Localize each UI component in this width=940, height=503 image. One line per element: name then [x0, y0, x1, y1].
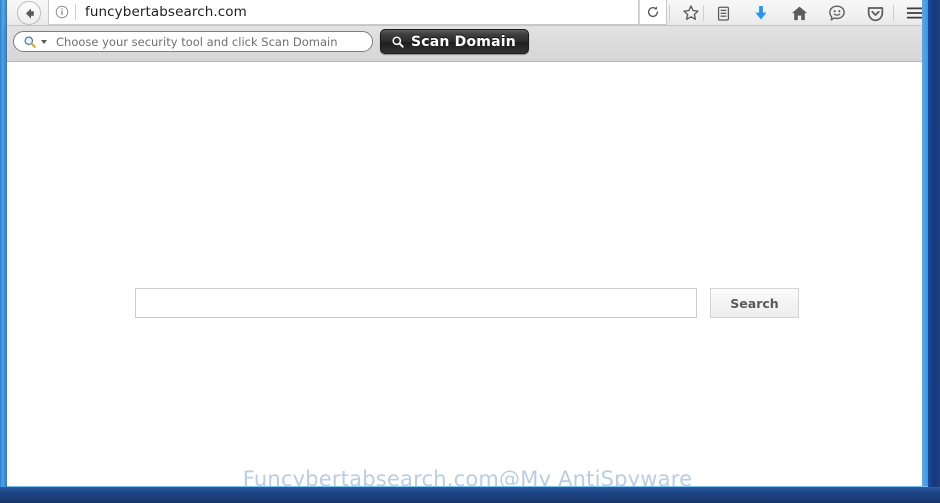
info-circle-icon[interactable] [49, 5, 75, 19]
scan-domain-button-label: Scan Domain [411, 33, 516, 50]
window-frame-left [0, 26, 7, 503]
security-tool-select-field[interactable]: Choose your security tool and click Scan… [13, 31, 373, 52]
pocket-shield-icon[interactable] [856, 0, 894, 26]
back-button[interactable] [17, 1, 41, 25]
reload-icon [647, 6, 659, 18]
browser-window: funcybertabsearch.com Choose your securi… [0, 0, 940, 503]
page-content: Search Funcybertabsearch.com@My AntiSpyw… [7, 63, 928, 487]
search-form: Search [135, 288, 799, 318]
toolbar-divider [893, 5, 894, 21]
home-icon[interactable] [780, 0, 818, 26]
navigation-toolbar: funcybertabsearch.com [7, 0, 933, 26]
search-input[interactable] [135, 288, 697, 318]
search-button[interactable]: Search [710, 288, 799, 318]
smiley-face-icon[interactable] [818, 0, 856, 26]
magnifier-icon [23, 35, 37, 49]
url-text: funcybertabsearch.com [85, 4, 247, 20]
chevron-down-icon[interactable] [41, 39, 47, 44]
scan-button-magnifier-icon [391, 35, 405, 49]
reload-button[interactable] [639, 0, 667, 25]
back-arrow-icon [25, 7, 34, 19]
window-frame-left-top [0, 0, 7, 27]
scan-domain-button[interactable]: Scan Domain [380, 29, 529, 54]
scan-domain-toolbar: Choose your security tool and click Scan… [7, 26, 928, 62]
window-frame-right-outer [928, 0, 940, 503]
toolbar-divider [669, 5, 670, 21]
url-bar[interactable]: funcybertabsearch.com [48, 0, 639, 25]
library-icon[interactable] [704, 0, 742, 26]
security-tool-placeholder: Choose your security tool and click Scan… [56, 34, 338, 49]
downloads-icon[interactable] [742, 0, 780, 26]
window-frame-bottom [0, 487, 940, 503]
watermark-text: Funcybertabsearch.com@My AntiSpyware [242, 467, 693, 487]
